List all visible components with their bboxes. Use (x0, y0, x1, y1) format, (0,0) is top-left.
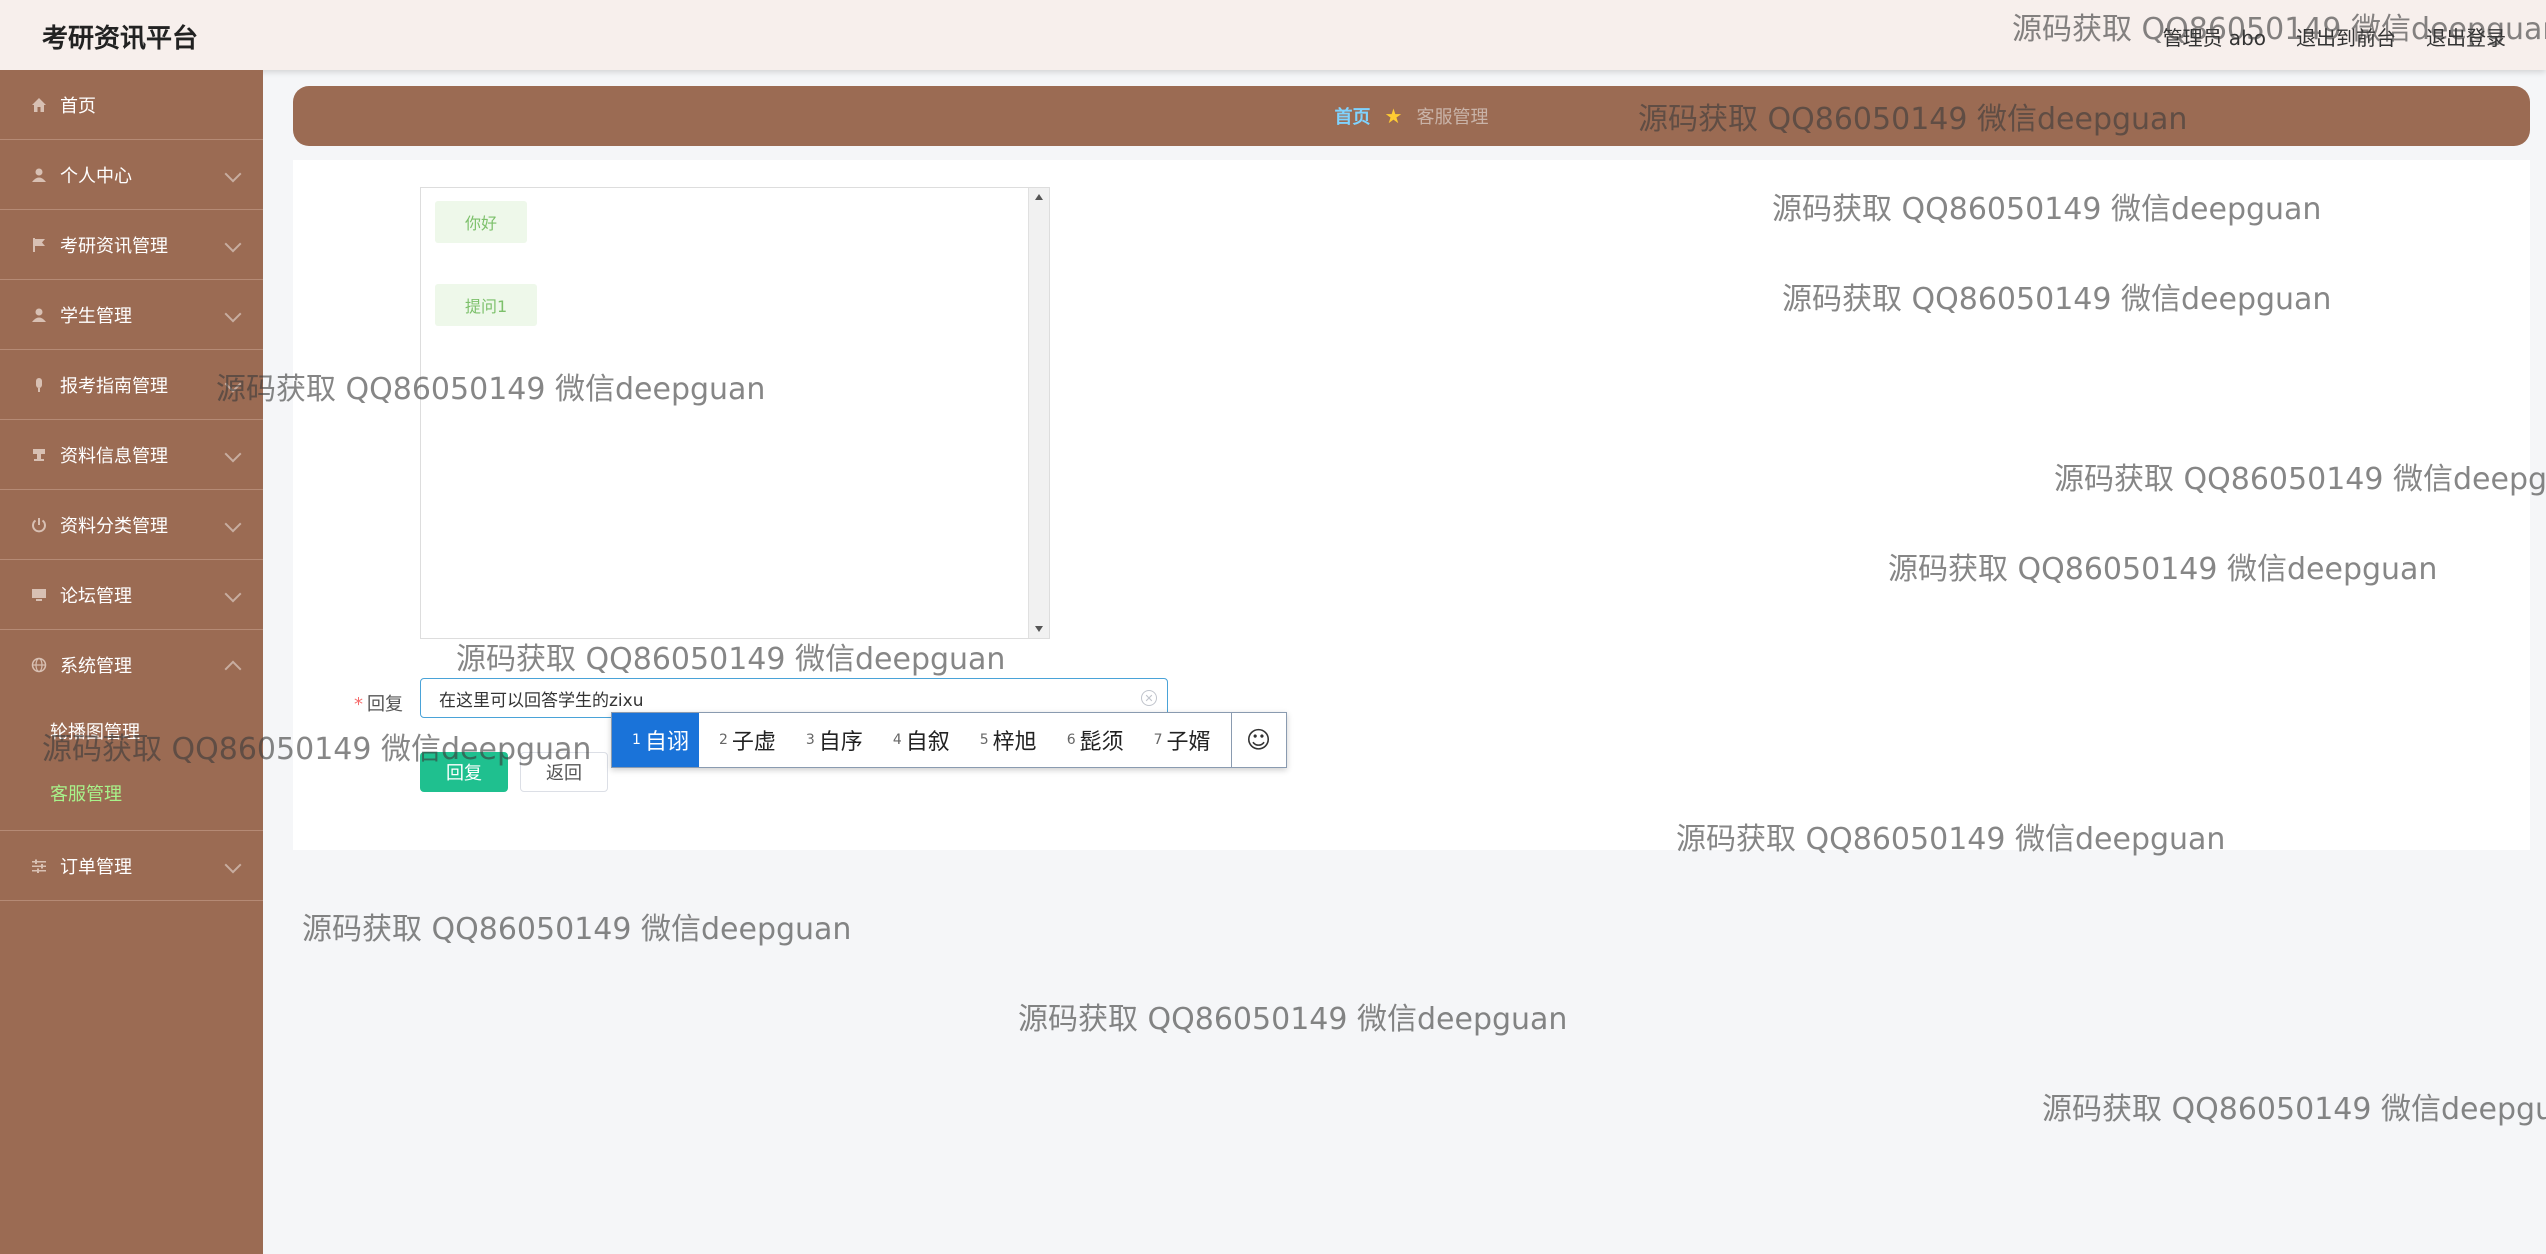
reply-label: * 回复 (353, 690, 403, 716)
ime-candidate-bar: 1 自诩 2 子虚 3 自序 4 自叙 5 梓旭 6 髭须 7 子婿 ☺ (611, 712, 1287, 768)
flag-icon (30, 236, 48, 254)
sidebar-item-orders[interactable]: 订单管理 (0, 831, 263, 901)
breadcrumb: 首页 ★ 客服管理 (293, 86, 2530, 146)
sidebar-item-label: 个人中心 (60, 165, 132, 187)
chat-history[interactable]: 你好 提问1 (420, 187, 1050, 639)
sidebar-subitem-customer-service[interactable]: 客服管理 (0, 762, 263, 824)
scroll-down-icon[interactable] (1035, 626, 1043, 632)
chevron-down-icon (224, 305, 242, 322)
sidebar-item-label: 学生管理 (60, 305, 132, 327)
required-marker: * (354, 694, 363, 715)
sidebar-item-profile[interactable]: 个人中心 (0, 140, 263, 210)
chat-message: 提问1 (435, 284, 538, 326)
sidebar-item-students[interactable]: 学生管理 (0, 280, 263, 350)
sidebar-subitem-carousel[interactable]: 轮播图管理 (0, 700, 263, 762)
reply-label-text: 回复 (367, 694, 403, 715)
header-actions: 管理员 abo 退出到前台 退出登录 (2162, 22, 2506, 51)
watermark: 源码获取 QQ86050149 微信deepguan (302, 912, 852, 947)
sidebar-item-label: 订单管理 (60, 856, 132, 878)
watermark: 源码获取 QQ86050149 微信deepguan (1018, 1002, 1568, 1037)
chevron-down-icon (224, 856, 242, 873)
logout-link[interactable]: 退出登录 (2426, 22, 2506, 51)
system-submenu: 轮播图管理 客服管理 (0, 700, 263, 831)
ime-candidate[interactable]: 2 子虚 (699, 713, 786, 767)
ime-candidate[interactable]: 4 自叙 (873, 713, 960, 767)
globe-icon (30, 656, 48, 674)
sliders-icon (30, 857, 48, 875)
sidebar: 首页 个人中心 考研资讯管理 学生管理 报考指南管理 资料信息管理 资料分类管理… (0, 70, 263, 1254)
sidebar-item-system[interactable]: 系统管理 (0, 630, 263, 700)
chevron-down-icon (224, 235, 242, 252)
chevron-up-icon (224, 660, 242, 678)
user-icon (30, 306, 48, 324)
ime-candidate[interactable]: 5 梓旭 (960, 713, 1047, 767)
sidebar-item-label: 考研资讯管理 (60, 235, 168, 257)
stamp-icon (30, 446, 48, 464)
user-icon (30, 166, 48, 184)
user-label: 管理员 abo (2162, 26, 2266, 50)
back-button[interactable]: 返回 (520, 752, 608, 792)
chevron-down-icon (224, 515, 242, 532)
watermark: 源码获取 QQ86050149 微信deepguan (2042, 1092, 2546, 1127)
chat-scrollbar[interactable] (1028, 188, 1049, 638)
breadcrumb-home[interactable]: 首页 (1335, 103, 1371, 129)
sidebar-item-label: 资料分类管理 (60, 515, 168, 537)
clear-icon[interactable]: ✕ (1141, 690, 1157, 706)
reply-button[interactable]: 回复 (420, 752, 508, 792)
breadcrumb-current: 客服管理 (1416, 107, 1489, 128)
sidebar-item-forum[interactable]: 论坛管理 (0, 560, 263, 630)
sidebar-item-news[interactable]: 考研资讯管理 (0, 210, 263, 280)
chevron-down-icon (224, 165, 242, 182)
scroll-up-icon[interactable] (1035, 194, 1043, 200)
power-icon (30, 516, 48, 534)
goto-front-link[interactable]: 退出到前台 (2296, 22, 2396, 51)
sidebar-item-label: 论坛管理 (60, 585, 132, 607)
home-icon (30, 96, 48, 114)
emoji-icon[interactable]: ☺ (1230, 713, 1286, 767)
sidebar-item-label: 首页 (60, 95, 96, 117)
chat-message: 你好 (435, 201, 528, 243)
ime-candidate[interactable]: 1 自诩 (612, 713, 699, 767)
top-bar: 考研资讯平台 管理员 abo 退出到前台 退出登录 (0, 0, 2546, 70)
sidebar-item-categories[interactable]: 资料分类管理 (0, 490, 263, 560)
ime-candidate[interactable]: 3 自序 (786, 713, 873, 767)
ime-candidate[interactable]: 6 髭须 (1047, 713, 1134, 767)
app-title: 考研资讯平台 (42, 24, 199, 54)
sidebar-item-guide[interactable]: 报考指南管理 (0, 350, 263, 420)
chevron-down-icon (224, 375, 242, 392)
star-icon: ★ (1384, 104, 1403, 128)
mic-icon (30, 376, 48, 394)
sidebar-item-label: 资料信息管理 (60, 445, 168, 467)
sidebar-item-label: 系统管理 (60, 656, 132, 677)
sidebar-item-home[interactable]: 首页 (0, 70, 263, 140)
chevron-down-icon (224, 585, 242, 602)
chevron-down-icon (224, 445, 242, 462)
monitor-icon (30, 586, 48, 604)
sidebar-item-materials[interactable]: 资料信息管理 (0, 420, 263, 490)
ime-candidate[interactable]: 7 子婿 (1134, 713, 1231, 767)
sidebar-item-label: 报考指南管理 (60, 375, 168, 397)
